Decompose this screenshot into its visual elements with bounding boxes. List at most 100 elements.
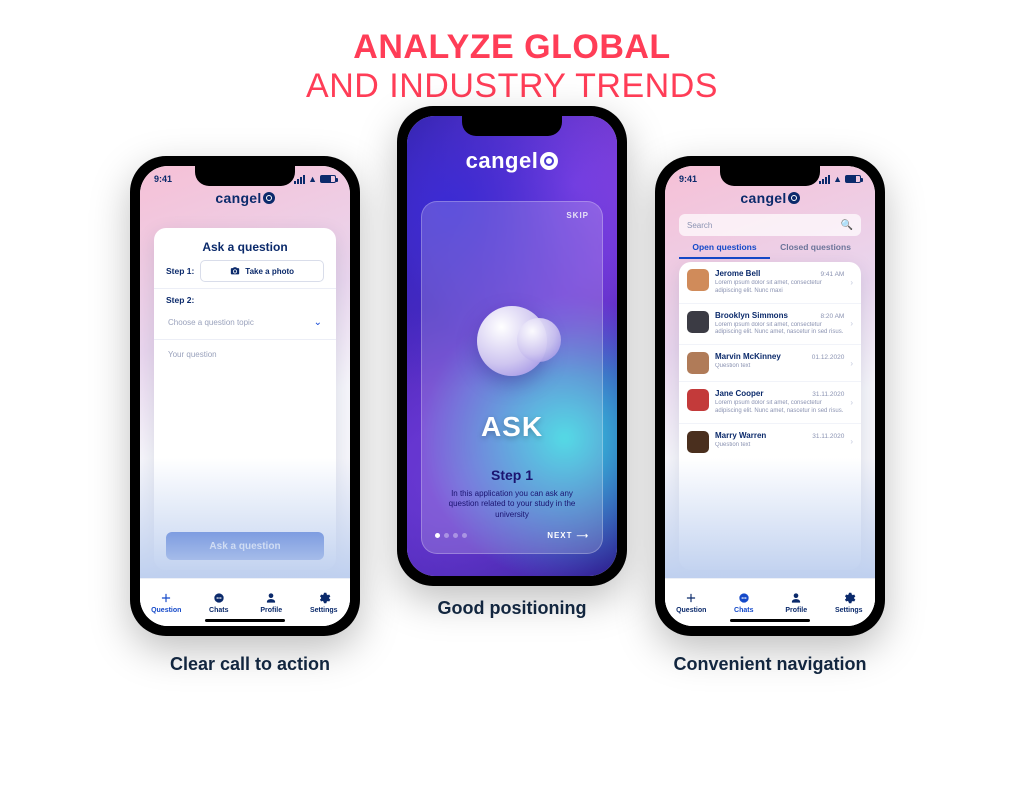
item-subtitle: Lorem ipsum dolor sit amet, consectetur … — [715, 322, 844, 338]
list-item[interactable]: Marry Warren31.11.2020Question text› — [679, 424, 861, 460]
item-time: 01.12.2020 — [812, 354, 845, 361]
home-indicator — [205, 619, 285, 622]
item-time: 8:20 AM — [820, 313, 844, 320]
divider — [154, 288, 336, 289]
onboarding-step-desc: In this application you can ask any ques… — [445, 489, 579, 521]
tab-label: Chats — [209, 607, 228, 614]
app-logo: cangel — [665, 190, 875, 206]
tab-label: Profile — [260, 607, 282, 614]
status-time: 9:41 — [154, 174, 172, 184]
caption-middle: Good positioning — [382, 598, 642, 619]
list-item[interactable]: Jane Cooper 31.11.2020 Lorem ipsum dolor s… — [679, 382, 861, 424]
app-logo: cangel — [140, 190, 350, 206]
chat-bubble-icon — [477, 306, 547, 376]
notch — [195, 166, 295, 186]
signal-icon — [294, 175, 305, 184]
list-item[interactable]: Brooklyn Simmons 8:20 AM Lorem ipsum dolor… — [679, 304, 861, 346]
card-title: Ask a question — [166, 240, 324, 254]
chevron-down-icon: ⌄ — [314, 317, 322, 328]
battery-icon — [320, 175, 336, 183]
onboarding-step-title: Step 1 — [435, 467, 589, 483]
logo-mark-icon — [540, 152, 558, 170]
page-dots — [435, 533, 467, 538]
item-subtitle: Lorem ipsum dolor sit amet, consectetur … — [715, 280, 844, 296]
chevron-right-icon: › — [850, 398, 853, 407]
notch — [462, 116, 562, 136]
list-item[interactable]: Marvin McKinney01.12.2020Question text› — [679, 345, 861, 382]
tab-open-questions[interactable]: Open questions — [679, 242, 770, 259]
avatar — [687, 311, 709, 333]
caption-right: Convenient navigation — [640, 654, 900, 675]
ask-card: Ask a question Step 1: Take a photo Step… — [154, 228, 336, 570]
avatar — [687, 431, 709, 453]
page-dot[interactable] — [453, 533, 458, 538]
item-subtitle: Question text — [715, 363, 844, 371]
stage: 9:41 ▲ cangel Ask a question Step 1: Tak… — [0, 106, 1024, 726]
tab-label: Question — [676, 607, 706, 614]
page-dot[interactable] — [444, 533, 449, 538]
take-photo-label: Take a photo — [245, 267, 294, 276]
wifi-icon: ▲ — [833, 174, 842, 184]
tab-label: Settings — [310, 607, 338, 614]
divider — [154, 339, 336, 340]
notch — [720, 166, 820, 186]
tab-settings[interactable]: Settings — [823, 579, 876, 626]
next-button[interactable]: NEXT⟶ — [547, 531, 589, 540]
headline: ANALYZE GLOBAL AND INDUSTRY TRENDS — [0, 28, 1024, 106]
battery-icon — [845, 175, 861, 183]
onboarding-card: SKIP ASK Step 1 In this application you … — [421, 201, 603, 554]
item-name: Jane Cooper — [715, 389, 763, 398]
wifi-icon: ▲ — [308, 174, 317, 184]
search-input[interactable]: Search 🔍 — [679, 214, 861, 236]
page-dot[interactable] — [462, 533, 467, 538]
questions-list: Jerome Bell 9:41 AM Lorem ipsum dolor sit … — [679, 262, 861, 570]
tab-settings[interactable]: Settings — [298, 579, 351, 626]
headline-line2: AND INDUSTRY TRENDS — [0, 67, 1024, 106]
page-dot[interactable] — [435, 533, 440, 538]
logo-mark-icon — [263, 192, 275, 204]
item-time: 31.11.2020 — [812, 391, 844, 398]
step2-row: Step 2: — [166, 295, 324, 305]
item-name: Marvin McKinney — [715, 352, 781, 361]
item-name: Brooklyn Simmons — [715, 311, 788, 320]
arrow-right-icon: ⟶ — [577, 531, 589, 540]
question-input[interactable]: Your question — [166, 346, 324, 526]
tab-label: Question — [151, 607, 181, 614]
topic-select[interactable]: Choose a question topic ⌄ — [166, 311, 324, 333]
item-name: Jerome Bell — [715, 269, 760, 278]
headline-line1: ANALYZE GLOBAL — [0, 28, 1024, 67]
search-placeholder: Search — [687, 221, 712, 230]
chevron-right-icon: › — [850, 319, 853, 328]
item-subtitle: Question text — [715, 442, 844, 450]
tab-question[interactable]: Question — [140, 579, 193, 626]
item-name: Marry Warren — [715, 431, 766, 440]
phone-left: 9:41 ▲ cangel Ask a question Step 1: Tak… — [130, 156, 360, 636]
tab-question[interactable]: Question — [665, 579, 718, 626]
segmented-control: Open questions Closed questions — [679, 242, 861, 259]
chevron-right-icon: › — [850, 278, 853, 287]
tab-closed-questions[interactable]: Closed questions — [770, 242, 861, 259]
status-icons: ▲ — [294, 174, 336, 184]
item-time: 9:41 AM — [820, 271, 844, 278]
item-subtitle: Lorem ipsum dolor sit amet, consectetur … — [715, 400, 844, 416]
ask-word: ASK — [481, 411, 543, 443]
tab-label: Profile — [785, 607, 807, 614]
ask-question-button[interactable]: Ask a question — [166, 532, 324, 560]
phone-middle: cangel SKIP ASK Step 1 In this applicati… — [397, 106, 627, 586]
list-item[interactable]: Jerome Bell 9:41 AM Lorem ipsum dolor sit … — [679, 262, 861, 304]
logo-mark-icon — [788, 192, 800, 204]
topic-placeholder: Choose a question topic — [168, 318, 254, 327]
phone-right: 9:41 ▲ cangel Search 🔍 Open questions Cl… — [655, 156, 885, 636]
status-time: 9:41 — [679, 174, 697, 184]
skip-button[interactable]: SKIP — [566, 211, 589, 220]
take-photo-button[interactable]: Take a photo — [200, 260, 324, 282]
home-indicator — [730, 619, 810, 622]
status-icons: ▲ — [819, 174, 861, 184]
ask-illustration: ASK — [435, 220, 589, 463]
tab-label: Settings — [835, 607, 863, 614]
step2-label: Step 2: — [166, 295, 194, 305]
avatar — [687, 269, 709, 291]
avatar — [687, 352, 709, 374]
avatar — [687, 389, 709, 411]
signal-icon — [819, 175, 830, 184]
